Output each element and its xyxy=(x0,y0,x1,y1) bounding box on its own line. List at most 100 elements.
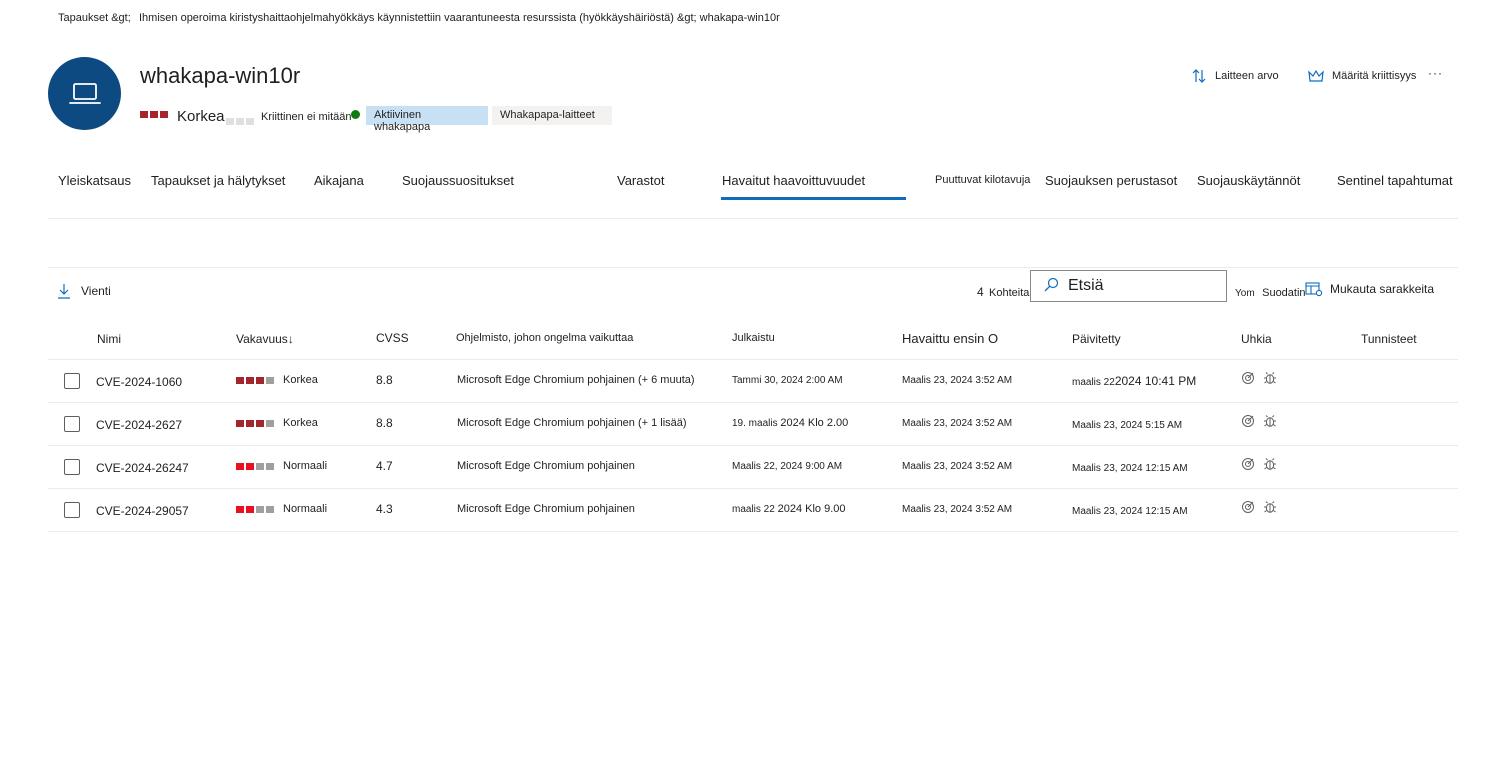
tab-security-recommendations[interactable]: Suojaussuositukset xyxy=(402,173,514,188)
severity-label: Normaali xyxy=(283,503,328,515)
affected-software: Microsoft Edge Chromium pohjainen xyxy=(457,503,635,515)
threat-icons xyxy=(1241,414,1277,428)
breadcrumb-trail[interactable]: Ihmisen operoima kiristyshaittaohjelmahy… xyxy=(139,12,780,24)
row-checkbox[interactable] xyxy=(64,416,80,432)
crown-icon xyxy=(1308,69,1324,82)
published-date-part1: 19. maalis xyxy=(732,418,778,429)
updated-date-part1: Maalis 23, 2024 12:15 AM xyxy=(1072,506,1188,517)
breadcrumb-incidents-link[interactable]: Tapaukset &gt; xyxy=(58,12,131,24)
published-date: Maalis 22, 2024 9:00 AM xyxy=(732,460,842,472)
first-detected-date: Maalis 23, 2024 3:52 AM xyxy=(902,504,1013,515)
row-divider xyxy=(48,531,1458,532)
device-value-label: Laitteen arvo xyxy=(1215,70,1279,82)
affected-software: Microsoft Edge Chromium pohjainen (+ 1 l… xyxy=(457,417,687,429)
threat-icons xyxy=(1241,500,1277,514)
affected-software: Microsoft Edge Chromium pohjainen xyxy=(457,460,635,472)
severity-label: Normaali xyxy=(283,460,328,472)
customize-columns-label: Mukauta sarakkeita xyxy=(1330,282,1435,296)
device-value-button[interactable]: Laitteen arvo xyxy=(1191,68,1279,84)
row-checkbox[interactable] xyxy=(64,459,80,475)
tab-sentinel-events[interactable]: Sentinel tapahtumat xyxy=(1337,173,1453,188)
filter-button[interactable]: Yom Suodatin xyxy=(1235,283,1306,301)
tab-inventories[interactable]: Varastot xyxy=(617,173,664,188)
published-date-part1: maalis 22 xyxy=(732,504,775,515)
exploit-target-icon[interactable] xyxy=(1241,457,1255,471)
exploit-target-icon[interactable] xyxy=(1241,414,1255,428)
col-header-name[interactable]: Nimi xyxy=(97,332,121,346)
tab-security-policies[interactable]: Suojauskäytännöt xyxy=(1197,173,1300,188)
cve-name[interactable]: CVE-2024-29057 xyxy=(96,504,189,518)
cve-name[interactable]: CVE-2024-26247 xyxy=(96,461,189,475)
updated-date: Maalis 23, 2024 12:15 AM xyxy=(1072,503,1188,517)
set-criticality-label: Määritä kriittisyys xyxy=(1332,70,1417,82)
cve-name[interactable]: CVE-2024-1060 xyxy=(96,375,182,389)
updated-date: Maalis 23, 2024 12:15 AM xyxy=(1072,460,1188,474)
exploit-target-icon[interactable] xyxy=(1241,371,1255,385)
col-header-cvss[interactable]: CVSS xyxy=(376,331,409,345)
table-row[interactable]: CVE-2024-26247 Normaali 4.7 Microsoft Ed… xyxy=(48,446,1458,488)
criticality-label: Kriittinen ei mitään xyxy=(261,111,352,123)
tab-missing-kbs[interactable]: Puuttuvat kilotavuja xyxy=(935,174,1030,186)
table-row[interactable]: CVE-2024-2627 Korkea 8.8 Microsoft Edge … xyxy=(48,403,1458,445)
col-header-first-detected[interactable]: Havaittu ensin O xyxy=(902,331,998,346)
affected-software: Microsoft Edge Chromium pohjainen (+ 6 m… xyxy=(457,374,695,386)
published-date-part1: Tammi 30, 2024 2:00 AM xyxy=(732,375,843,386)
published-date: 19. maalis 2024 Klo 2.00 xyxy=(732,417,848,429)
col-header-software[interactable]: Ohjelmisto, johon ongelma vaikuttaa xyxy=(456,332,633,344)
severity-label: Korkea xyxy=(283,374,318,386)
risk-label: Korkea xyxy=(177,108,225,125)
export-label: Vienti xyxy=(81,284,111,298)
table-row[interactable]: CVE-2024-1060 Korkea 8.8 Microsoft Edge … xyxy=(48,360,1458,402)
active-tab-indicator xyxy=(721,197,906,200)
col-header-tags[interactable]: Tunnisteet xyxy=(1361,332,1417,346)
tab-overview[interactable]: Yleiskatsaus xyxy=(58,173,131,188)
updated-date-part2: 2024 10:41 PM xyxy=(1114,374,1197,388)
customize-columns-button[interactable]: Mukauta sarakkeita xyxy=(1305,281,1434,297)
tag-device-group: Whakapapa-laitteet xyxy=(492,106,612,125)
updated-date-part1: Maalis 23, 2024 12:15 AM xyxy=(1072,463,1188,474)
published-date-part2: 2024 Klo 9.00 xyxy=(777,503,846,515)
severity-bars-icon xyxy=(236,377,274,384)
updated-date-part1: Maalis 23, 2024 5:15 AM xyxy=(1072,420,1183,431)
tab-security-baselines[interactable]: Suojauksen perustasot xyxy=(1045,173,1177,188)
threat-icons xyxy=(1241,371,1277,385)
search-input[interactable]: Etsiä xyxy=(1030,270,1227,302)
device-name: whakapa-win10r xyxy=(140,63,301,88)
risk-severity-icon xyxy=(140,111,168,118)
bug-icon[interactable] xyxy=(1263,371,1277,385)
export-button[interactable]: Vienti xyxy=(57,283,111,299)
published-date-part2: 2024 Klo 2.00 xyxy=(780,417,849,429)
bug-icon[interactable] xyxy=(1263,457,1277,471)
more-options-button[interactable]: ··· xyxy=(1428,66,1443,80)
cve-name[interactable]: CVE-2024-2627 xyxy=(96,418,182,432)
tab-timeline[interactable]: Aikajana xyxy=(314,173,364,188)
col-header-threats[interactable]: Uhkia xyxy=(1241,332,1272,346)
tab-incidents-alerts[interactable]: Tapaukset ja hälytykset xyxy=(151,173,285,188)
status-dot-icon xyxy=(351,110,360,119)
row-checkbox[interactable] xyxy=(64,373,80,389)
col-header-updated[interactable]: Päivitetty xyxy=(1072,332,1121,346)
set-criticality-button[interactable]: Määritä kriittisyys xyxy=(1308,69,1416,83)
bug-icon[interactable] xyxy=(1263,500,1277,514)
table-row[interactable]: CVE-2024-29057 Normaali 4.3 Microsoft Ed… xyxy=(48,489,1458,531)
col-header-published[interactable]: Julkaistu xyxy=(732,332,775,344)
first-detected-date: Maalis 23, 2024 3:52 AM xyxy=(902,461,1013,472)
sort-arrows-icon xyxy=(1192,69,1206,83)
first-detected-date: Maalis 23, 2024 3:52 AM xyxy=(902,418,1013,429)
exploit-target-icon[interactable] xyxy=(1241,500,1255,514)
cvss-score: 4.3 xyxy=(376,502,393,516)
published-date: maalis 22 2024 Klo 9.00 xyxy=(732,503,845,515)
bug-icon[interactable] xyxy=(1263,414,1277,428)
item-count: 4 Kohteita xyxy=(977,285,1029,299)
tab-discovered-vulnerabilities[interactable]: Havaitut haavoittuvuudet xyxy=(722,173,865,188)
severity-bars-icon xyxy=(236,463,274,470)
filter-prefix: Yom xyxy=(1235,288,1255,299)
search-icon xyxy=(1044,277,1059,292)
item-count-label: Kohteita xyxy=(989,287,1030,299)
device-avatar xyxy=(48,57,121,130)
row-checkbox[interactable] xyxy=(64,502,80,518)
breadcrumb-incident-link[interactable]: Ihmisen operoima kiristyshaittaohjelmahy… xyxy=(139,12,780,24)
severity-label: Korkea xyxy=(283,417,318,429)
risk-level xyxy=(140,111,168,118)
col-header-severity[interactable]: Vakavuus↓ xyxy=(236,332,294,346)
